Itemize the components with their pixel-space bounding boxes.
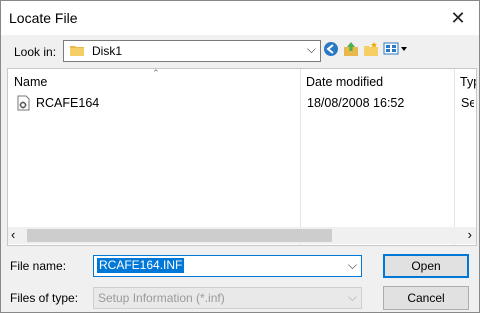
dialog-title: Locate File [9, 10, 78, 26]
horizontal-scrollbar[interactable]: ‹ › [8, 227, 476, 244]
file-date-modified: 18/08/2008 16:52 [307, 96, 405, 110]
file-row[interactable]: RCAFE164 18/08/2008 16:52 Setup Informat… [16, 95, 474, 114]
cancel-button[interactable]: Cancel [383, 286, 469, 310]
file-list[interactable]: ⌃ Name Date modified Typ RCAFE164 18/08/… [7, 68, 477, 246]
file-name: RCAFE164 [36, 96, 100, 110]
look-in-label: Look in: [14, 45, 57, 59]
file-type-value: Setup Information (*.inf) [98, 291, 225, 305]
look-in-dropdown[interactable]: Disk1 ⌵ [63, 40, 321, 62]
view-menu-icon[interactable] [383, 41, 409, 61]
file-type-dropdown: Setup Information (*.inf) ⌵ [93, 287, 362, 309]
scroll-right-icon[interactable]: › [468, 227, 472, 242]
folder-icon [70, 44, 84, 59]
setup-file-icon [16, 95, 32, 114]
scrollbar-thumb[interactable] [27, 229, 332, 242]
column-header-date[interactable]: Date modified [306, 75, 383, 89]
file-name-label: File name: [10, 259, 67, 273]
chevron-down-icon[interactable]: ⌵ [348, 258, 357, 273]
look-in-value: Disk1 [92, 44, 123, 58]
chevron-down-icon: ⌵ [347, 290, 357, 304]
open-button[interactable]: Open [383, 254, 469, 278]
column-header-name[interactable]: Name [14, 75, 47, 89]
chevron-down-icon: ⌵ [306, 42, 316, 56]
file-name-value: RCAFE164.INF [97, 258, 185, 273]
locate-file-dialog: Locate File ✕ Look in: Disk1 ⌵ ⌃ Name Da… [0, 0, 480, 313]
sort-ascending-icon: ⌃ [152, 68, 160, 78]
back-icon[interactable] [323, 41, 343, 61]
title-bar: Locate File ✕ [1, 1, 479, 35]
new-folder-icon[interactable] [363, 41, 383, 61]
file-type: Setup Information [461, 96, 474, 110]
file-name-input[interactable]: RCAFE164.INF ⌵ [93, 255, 362, 277]
close-icon[interactable]: ✕ [445, 5, 471, 31]
up-folder-icon[interactable] [343, 41, 363, 61]
scroll-left-icon[interactable]: ‹ [11, 227, 15, 242]
column-header-type[interactable]: Typ [460, 75, 476, 89]
file-type-label: Files of type: [10, 291, 79, 305]
